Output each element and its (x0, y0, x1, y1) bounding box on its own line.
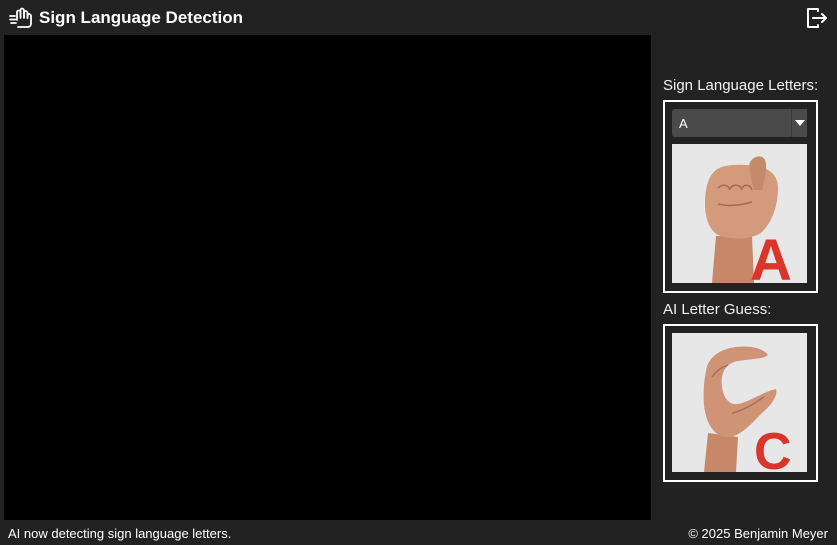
title-bar: Sign Language Detection (0, 0, 837, 35)
copyright-text: © 2025 Benjamin Meyer (688, 526, 828, 541)
camera-feed (4, 35, 651, 520)
logout-icon[interactable] (806, 7, 828, 29)
guess-label: AI Letter Guess: (663, 301, 772, 318)
status-text: AI now detecting sign language letters. (8, 526, 232, 541)
letters-label: Sign Language Letters: (663, 77, 819, 94)
sign-letter-mark: A (750, 228, 792, 283)
chevron-down-icon[interactable] (791, 109, 807, 137)
status-bar: AI now detecting sign language letters. … (0, 520, 837, 545)
hand-sign-icon (9, 7, 33, 29)
letters-panel: A A (663, 100, 818, 293)
guess-letter-image: C (672, 333, 807, 472)
guess-panel: C (663, 324, 818, 482)
guess-letter-mark: C (754, 423, 792, 472)
letter-select-value: A (679, 116, 688, 131)
letter-select[interactable]: A (672, 109, 807, 137)
app-title: Sign Language Detection (39, 8, 244, 27)
sign-letter-image: A (672, 144, 807, 283)
